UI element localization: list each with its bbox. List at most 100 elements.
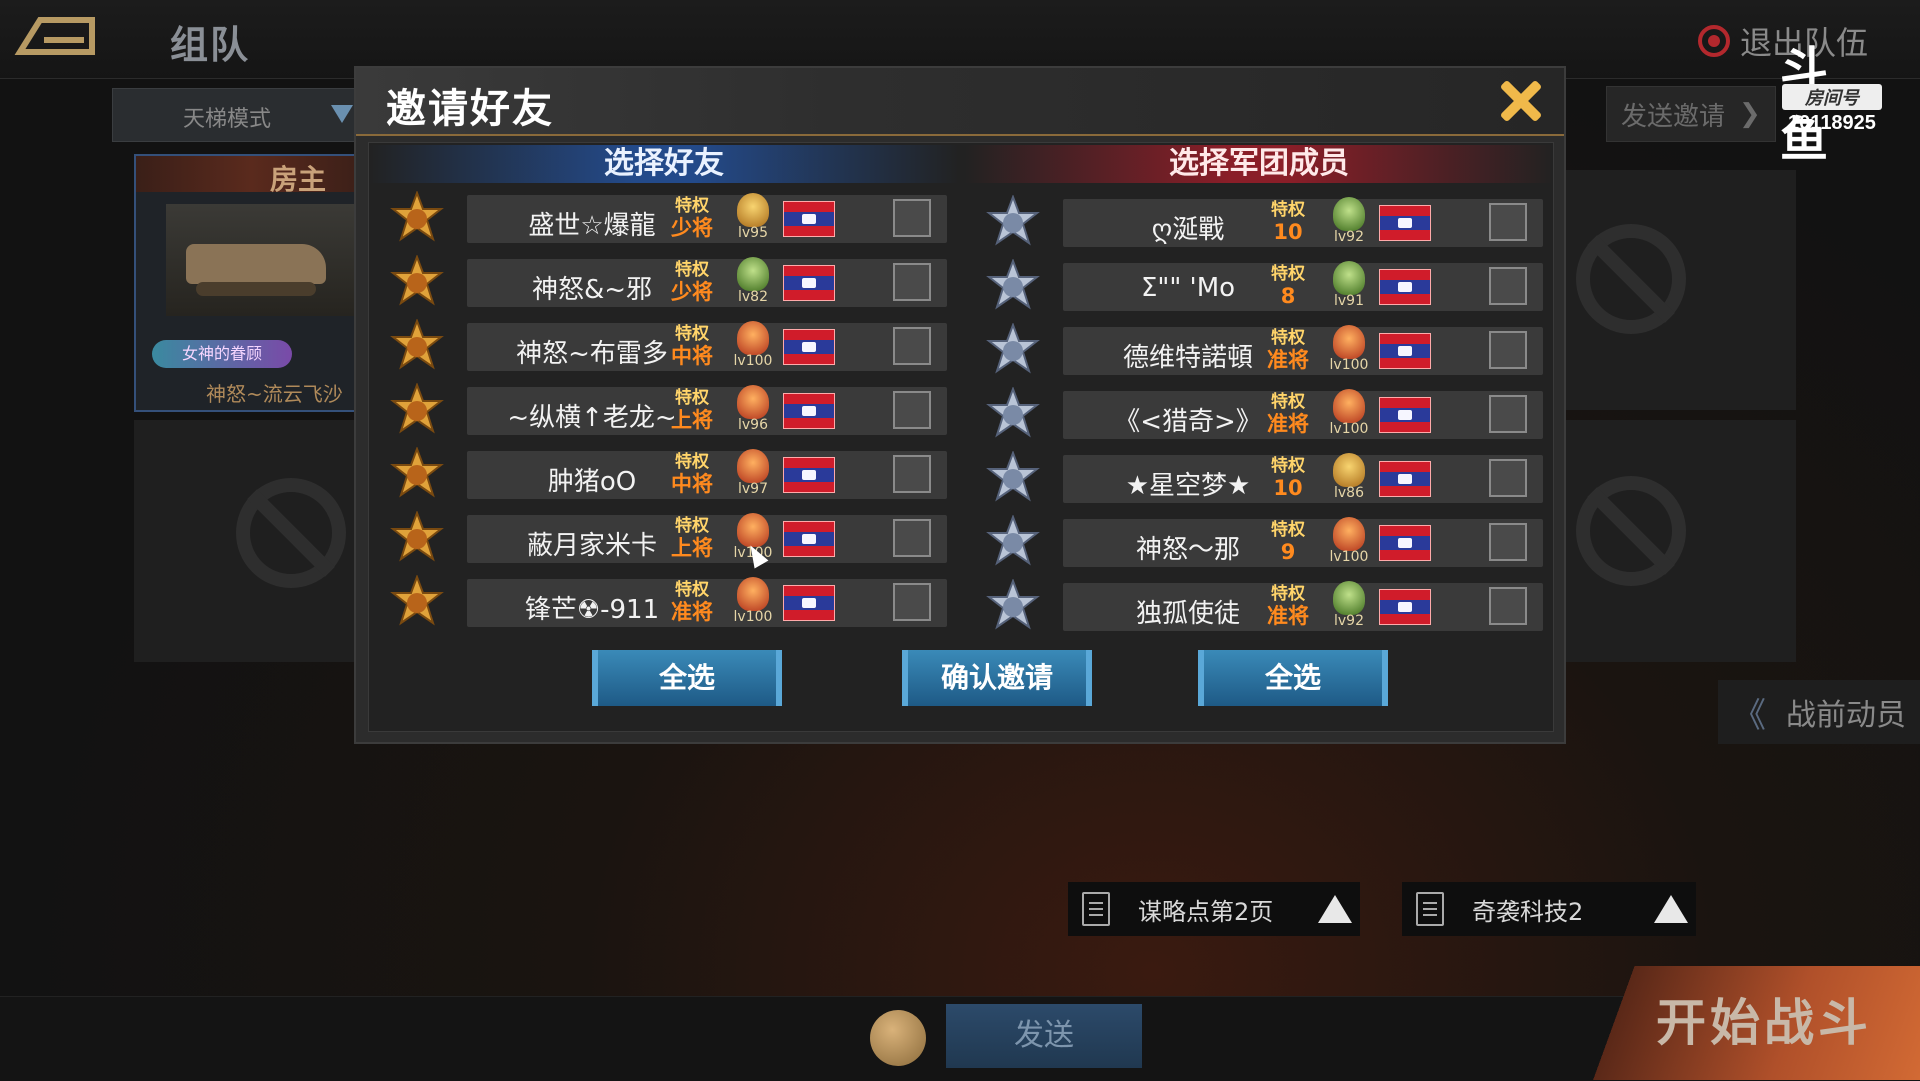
level-emblem: lv92 — [1329, 197, 1369, 249]
room-info: 房间号 10118925 — [1782, 84, 1882, 135]
select-checkbox[interactable] — [1489, 459, 1527, 497]
rank-label: 8 — [1280, 284, 1296, 308]
level-emblem: lv86 — [1329, 453, 1369, 505]
level-label: lv100 — [733, 353, 773, 369]
dropdown-arrow-icon — [331, 105, 353, 123]
select-checkbox[interactable] — [1489, 395, 1527, 433]
level-emblem-icon — [1333, 389, 1365, 423]
strategy-label: 谋略点第2页 — [1138, 897, 1274, 926]
rank-label: 上将 — [671, 536, 713, 560]
level-emblem: lv92 — [1329, 581, 1369, 633]
level-emblem: lv96 — [733, 385, 773, 437]
flag-icon — [1379, 525, 1431, 561]
level-emblem-icon — [1333, 581, 1365, 615]
send-button[interactable]: 发送 — [946, 1004, 1142, 1068]
player-row[interactable]: Σ"" 'Mo 特权 8 lv91 — [983, 258, 1543, 315]
privilege-label: 特权 — [1271, 520, 1305, 540]
level-emblem-icon — [737, 449, 769, 483]
player-row[interactable]: ★星空梦★ 特权 10 lv86 — [983, 450, 1543, 507]
start-battle-button[interactable]: 开始战斗 — [1590, 966, 1920, 1080]
mobilize-button[interactable]: 《 战前动员 — [1718, 680, 1920, 744]
triangle-up-icon — [1318, 895, 1352, 923]
player-row[interactable]: 神怒&~邪 特权 少将 lv82 — [387, 254, 947, 311]
privilege-badge: 特权 上将 — [669, 515, 715, 563]
select-checkbox[interactable] — [893, 455, 931, 493]
level-emblem-icon — [737, 385, 769, 419]
rank-insignia-icon — [387, 510, 447, 567]
back-icon[interactable] — [14, 12, 98, 60]
strategy-selector[interactable]: 谋略点第2页 — [1068, 882, 1360, 936]
locked-slot-icon — [1576, 476, 1686, 586]
level-emblem-icon — [1333, 197, 1365, 231]
level-label: lv100 — [733, 609, 773, 625]
emoji-icon[interactable] — [870, 1010, 926, 1066]
level-emblem: lv100 — [733, 321, 773, 373]
flag-icon — [783, 393, 835, 429]
privilege-label: 特权 — [675, 516, 709, 536]
level-label: lv95 — [738, 225, 768, 241]
flag-icon — [783, 585, 835, 621]
select-checkbox[interactable] — [1489, 267, 1527, 305]
tech-selector[interactable]: 奇袭科技2 — [1402, 882, 1696, 936]
privilege-badge: 特权 中将 — [669, 323, 715, 371]
privilege-label: 特权 — [1271, 264, 1305, 284]
dialog-header: 邀请好友 — [356, 68, 1564, 136]
room-number: 10118925 — [1788, 112, 1876, 134]
level-emblem: lv100 — [1329, 517, 1369, 569]
close-icon[interactable] — [1498, 78, 1544, 124]
rank-insignia-icon — [983, 514, 1043, 571]
privilege-badge: 特权 少将 — [669, 259, 715, 307]
mode-select[interactable]: 天梯模式 — [112, 88, 358, 142]
level-emblem-icon — [737, 577, 769, 611]
rank-insignia-icon — [983, 194, 1043, 251]
send-invite-button[interactable]: 发送邀请 ❯ — [1606, 86, 1776, 142]
rank-label: 10 — [1273, 220, 1303, 244]
player-row[interactable]: ღ涎戰 特权 10 lv92 — [983, 194, 1543, 251]
flag-icon — [783, 265, 835, 301]
select-checkbox[interactable] — [893, 519, 931, 557]
player-row[interactable]: ~纵横↑老龙~ 特权 上将 lv96 — [387, 382, 947, 439]
chevron-left-icon: 《 — [1732, 695, 1766, 736]
privilege-badge: 特权 8 — [1265, 263, 1311, 311]
player-row[interactable]: 《<猎奇>》 特权 准将 lv100 — [983, 386, 1543, 443]
select-all-legion-button[interactable]: 全选 — [1198, 650, 1388, 706]
select-checkbox[interactable] — [1489, 523, 1527, 561]
rank-label: 少将 — [671, 216, 713, 240]
player-row[interactable]: 锋芒☢-911 特权 准将 lv100 — [387, 574, 947, 631]
rank-insignia-icon — [983, 578, 1043, 635]
select-checkbox[interactable] — [1489, 203, 1527, 241]
select-checkbox[interactable] — [1489, 331, 1527, 369]
level-label: lv100 — [1329, 421, 1369, 437]
level-emblem-icon — [737, 321, 769, 355]
triangle-up-icon — [1654, 895, 1688, 923]
rank-label: 中将 — [671, 472, 713, 496]
flag-icon — [1379, 269, 1431, 305]
player-row[interactable]: 德维特諾頓 特权 准将 lv100 — [983, 322, 1543, 379]
player-row[interactable]: 独孤使徒 特权 准将 lv92 — [983, 578, 1543, 635]
select-checkbox[interactable] — [893, 263, 931, 301]
player-row[interactable]: 蔽月家米卡 特权 上将 lv100 — [387, 510, 947, 567]
select-checkbox[interactable] — [893, 327, 931, 365]
rank-insignia-icon — [983, 258, 1043, 315]
confirm-invite-button[interactable]: 确认邀请 — [902, 650, 1092, 706]
rank-label: 准将 — [671, 600, 713, 624]
friends-list: 盛世☆爆龍 特权 少将 lv95 神怒&~邪 特权 少将 lv82 神怒~布雷多… — [387, 190, 947, 639]
select-checkbox[interactable] — [893, 391, 931, 429]
level-emblem: lv100 — [733, 577, 773, 629]
level-label: lv100 — [1329, 357, 1369, 373]
player-row[interactable]: 神怒~布雷多 特权 中将 lv100 — [387, 318, 947, 375]
rank-insignia-icon — [387, 254, 447, 311]
select-checkbox[interactable] — [1489, 587, 1527, 625]
privilege-label: 特权 — [1271, 392, 1305, 412]
select-checkbox[interactable] — [893, 199, 931, 237]
select-all-friends-button[interactable]: 全选 — [592, 650, 782, 706]
flag-icon — [783, 521, 835, 557]
legion-list: ღ涎戰 特权 10 lv92 Σ"" 'Mo 特权 8 lv91 德维特諾頓 特… — [983, 194, 1543, 643]
player-row[interactable]: 盛世☆爆龍 特权 少将 lv95 — [387, 190, 947, 247]
room-label: 房间号 — [1782, 84, 1882, 110]
player-row[interactable]: 神怒～那 特权 9 lv100 — [983, 514, 1543, 571]
select-checkbox[interactable] — [893, 583, 931, 621]
host-name: 神怒~流云飞沙 — [206, 382, 343, 406]
level-emblem-icon — [1333, 261, 1365, 295]
player-row[interactable]: 肿猪oO 特权 中将 lv97 — [387, 446, 947, 503]
